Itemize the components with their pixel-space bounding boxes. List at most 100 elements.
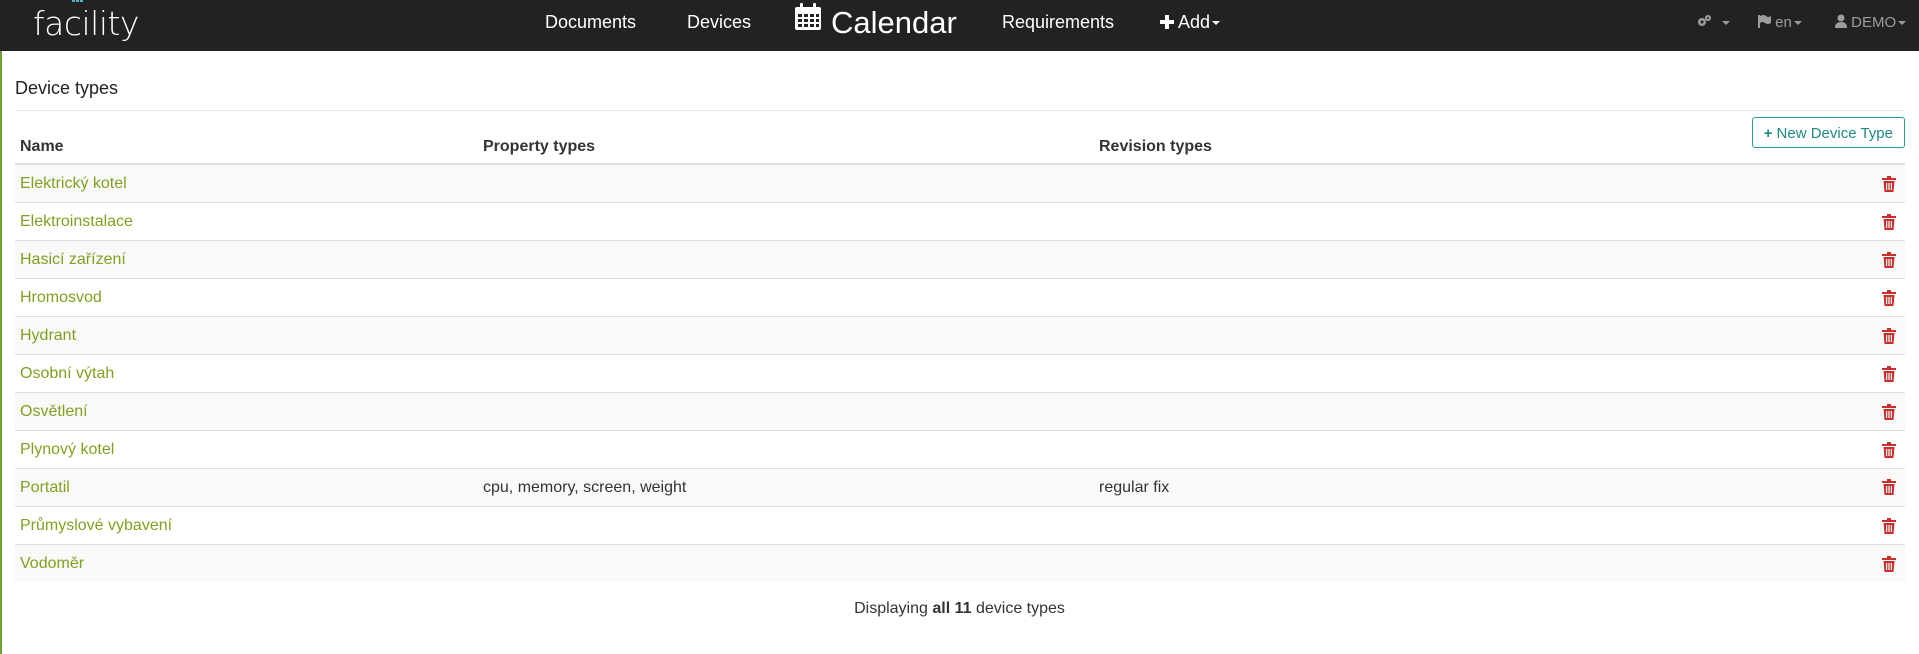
device-type-cell: Elektroinstalace xyxy=(15,202,478,241)
device-type-cell: Vodoměr xyxy=(15,544,478,582)
device-type-cell: Osvětlení xyxy=(15,392,478,431)
pagination-suffix: device types xyxy=(975,600,1065,617)
property-types-cell xyxy=(478,278,1094,317)
page-title: Device types xyxy=(15,78,119,98)
device-type-link[interactable]: Plynový kotel xyxy=(20,441,114,458)
delete-trash-icon[interactable] xyxy=(1882,365,1896,382)
nav-documents[interactable]: Documents xyxy=(545,0,636,45)
language-label: en xyxy=(1775,14,1792,31)
header-property-types[interactable]: Property types xyxy=(478,121,1094,165)
revision-types-cell xyxy=(1094,163,1905,203)
nav-requirements[interactable]: Requirements xyxy=(1002,0,1114,45)
property-types-cell xyxy=(478,202,1094,241)
revision-types-cell xyxy=(1094,202,1905,241)
device-type-link[interactable]: Portatil xyxy=(20,479,70,496)
user-name: DEMO xyxy=(1851,14,1897,31)
table-row: Hromosvod xyxy=(15,278,1905,317)
delete-trash-icon[interactable] xyxy=(1882,555,1896,572)
delete-trash-icon[interactable] xyxy=(1882,517,1896,534)
device-type-link[interactable]: Osvětlení xyxy=(20,403,88,420)
chevron-down-icon xyxy=(1793,21,1802,26)
user-icon xyxy=(1835,14,1851,31)
device-type-link[interactable]: Osobní výtah xyxy=(20,365,114,382)
nav-add-label: Add xyxy=(1178,12,1211,32)
revision-types-cell xyxy=(1094,506,1905,545)
device-type-cell: Osobní výtah xyxy=(15,354,478,393)
property-types-cell xyxy=(478,316,1094,355)
nav-calendar[interactable]: Calendar xyxy=(793,0,957,45)
pagination-info: Displaying all 11 device types xyxy=(0,600,1919,618)
device-types-table: Name Property types Revision types Elekt… xyxy=(15,121,1905,582)
delete-trash-icon[interactable] xyxy=(1882,441,1896,458)
table-row: Portatil cpu, memory, screen, weight regul… xyxy=(15,468,1905,507)
chevron-down-icon xyxy=(1722,21,1731,26)
property-types-cell xyxy=(478,392,1094,431)
device-type-link[interactable]: Průmyslové vybavení xyxy=(20,517,172,534)
new-device-type-button[interactable]: + New Device Type xyxy=(1751,117,1905,148)
user-dropdown[interactable]: DEMO xyxy=(1835,0,1907,45)
revision-types-cell xyxy=(1094,278,1905,317)
nav-add-dropdown[interactable]: Add xyxy=(1160,0,1221,45)
revision-types-cell xyxy=(1094,354,1905,393)
device-type-cell: Elektrický kotel xyxy=(15,163,478,203)
facility-logo[interactable]: facility xyxy=(33,0,139,47)
property-types-cell xyxy=(478,430,1094,469)
delete-trash-icon[interactable] xyxy=(1882,289,1896,306)
table-row: Elektroinstalace xyxy=(15,202,1905,241)
table-row: Průmyslové vybavení xyxy=(15,506,1905,545)
logo-text: facility xyxy=(33,4,139,43)
table-row: Hasicí zařízení xyxy=(15,240,1905,279)
delete-trash-icon[interactable] xyxy=(1882,478,1896,495)
flag-icon xyxy=(1757,14,1775,31)
device-type-link[interactable]: Hydrant xyxy=(20,327,76,344)
nav-devices[interactable]: Devices xyxy=(687,0,751,45)
table-row: Osobní výtah xyxy=(15,354,1905,393)
device-type-link[interactable]: Elektroinstalace xyxy=(20,213,133,230)
property-types-cell: cpu, memory, screen, weight xyxy=(478,468,1094,507)
device-type-cell: Plynový kotel xyxy=(15,430,478,469)
plus-icon xyxy=(1160,12,1178,32)
table-row: Elektrický kotel xyxy=(15,163,1905,203)
delete-trash-icon[interactable] xyxy=(1882,327,1896,344)
device-type-cell: Hasicí zařízení xyxy=(15,240,478,279)
revision-types-text: regular fix xyxy=(1099,478,1170,496)
chevron-down-icon xyxy=(1898,21,1907,26)
property-types-cell xyxy=(478,544,1094,582)
revision-types-cell xyxy=(1094,544,1905,582)
chevron-down-icon xyxy=(1212,21,1221,26)
device-type-cell: Hromosvod xyxy=(15,278,478,317)
delete-trash-icon[interactable] xyxy=(1882,251,1896,268)
property-types-cell xyxy=(478,240,1094,279)
plus-icon: + xyxy=(1763,125,1773,142)
device-type-cell: Hydrant xyxy=(15,316,478,355)
device-type-cell: Průmyslové vybavení xyxy=(15,506,478,545)
table-row: Plynový kotel xyxy=(15,430,1905,469)
revision-types-cell: regular fix xyxy=(1094,468,1905,507)
header-name[interactable]: Name xyxy=(15,121,478,165)
cogs-icon xyxy=(1696,14,1716,31)
top-navbar: facility Documents Devices Calendar Requ… xyxy=(0,0,1919,51)
revision-types-cell xyxy=(1094,240,1905,279)
pagination-count: all 11 xyxy=(932,600,972,617)
device-type-link[interactable]: Hromosvod xyxy=(20,289,102,306)
device-type-link[interactable]: Elektrický kotel xyxy=(20,175,127,192)
property-types-cell xyxy=(478,506,1094,545)
revision-types-cell xyxy=(1094,316,1905,355)
page-left-border xyxy=(0,0,2,654)
property-types-cell xyxy=(478,163,1094,203)
language-dropdown[interactable]: en xyxy=(1757,0,1802,45)
title-divider xyxy=(15,110,1905,111)
table-header-row: Name Property types Revision types xyxy=(15,121,1905,165)
device-type-link[interactable]: Hasicí zařízení xyxy=(20,251,126,268)
delete-trash-icon[interactable] xyxy=(1882,403,1896,420)
device-type-link[interactable]: Vodoměr xyxy=(20,555,84,572)
table-row: Osvětlení xyxy=(15,392,1905,431)
pagination-prefix: Displaying xyxy=(854,600,928,617)
delete-trash-icon[interactable] xyxy=(1882,175,1896,192)
table-row: Hydrant xyxy=(15,316,1905,355)
delete-trash-icon[interactable] xyxy=(1882,213,1896,230)
settings-dropdown[interactable] xyxy=(1696,0,1731,45)
property-types-cell xyxy=(478,354,1094,393)
device-type-cell: Portatil xyxy=(15,468,478,507)
nav-calendar-label: Calendar xyxy=(831,5,957,40)
